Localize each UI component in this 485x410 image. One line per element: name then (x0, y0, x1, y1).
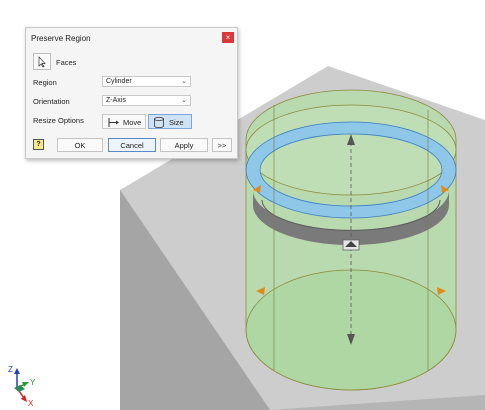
cancel-button[interactable]: Cancel (108, 138, 156, 152)
chevron-down-icon: ⌄ (181, 97, 187, 104)
cylinder-bottom-ellipse (245, 269, 457, 391)
triad-z-label: Z (8, 365, 13, 374)
help-button[interactable]: ? (33, 139, 44, 150)
region-label: Region (33, 78, 57, 87)
ok-button[interactable]: OK (57, 138, 103, 152)
region-dropdown[interactable]: Cylinder ⌄ (102, 76, 191, 87)
expand-button[interactable]: >> (212, 138, 232, 152)
help-icon: ? (36, 141, 41, 148)
cylinder-size-icon (154, 116, 164, 128)
view-triad[interactable]: Z Y X (8, 365, 36, 408)
orientation-value: Z-Axis (106, 97, 126, 104)
resize-options-label: Resize Options (33, 116, 84, 125)
triad-y-label: Y (30, 378, 36, 387)
cursor-arrow-icon (38, 56, 46, 68)
preserve-region-dialog: Preserve Region × Faces Region Cylinder … (25, 27, 238, 159)
move-label: Move (123, 118, 142, 127)
close-icon: × (225, 33, 231, 42)
triad-x-label: X (28, 399, 34, 408)
region-value: Cylinder (106, 78, 132, 85)
faces-label: Faces (56, 58, 77, 67)
apply-button[interactable]: Apply (160, 138, 208, 152)
size-label: Size (169, 118, 184, 127)
move-icon (108, 118, 119, 127)
orientation-label: Orientation (33, 97, 70, 106)
close-button[interactable]: × (222, 32, 234, 43)
move-option-button[interactable]: Move (102, 114, 146, 129)
orientation-dropdown[interactable]: Z-Axis ⌄ (102, 95, 191, 106)
size-option-button[interactable]: Size (148, 114, 192, 129)
chevron-down-icon: ⌄ (181, 78, 187, 85)
dialog-title: Preserve Region (31, 34, 91, 43)
faces-select-button[interactable] (33, 53, 51, 70)
